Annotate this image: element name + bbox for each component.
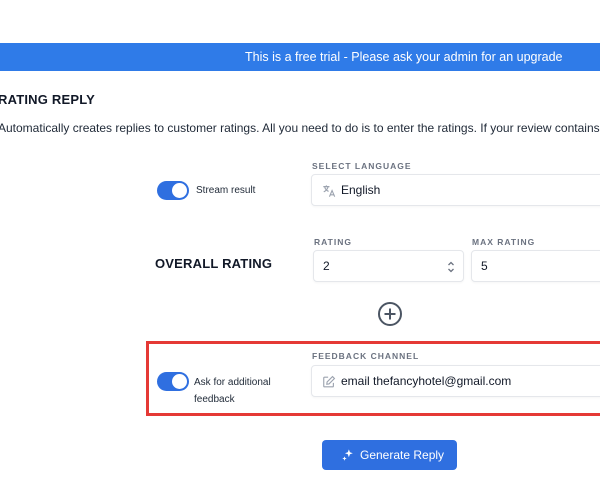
toggle-knob [172,374,187,389]
page-description: Automatically creates replies to custome… [0,121,600,135]
max-rating-label: MAX RATING [472,237,536,247]
add-rating-button[interactable] [378,302,402,326]
rating-label: RATING [314,237,352,247]
select-language-label: SELECT LANGUAGE [312,161,412,171]
ask-feedback-label-line2: feedback [194,394,235,405]
toggle-knob [172,183,187,198]
page-title: RATING REPLY [0,92,96,107]
edit-icon [323,375,336,388]
max-rating-value: 5 [481,259,488,273]
stepper-icon[interactable] [447,260,455,274]
generate-reply-label: Generate Reply [360,448,445,462]
feedback-channel-input[interactable]: email thefancyhotel@gmail.com [311,365,600,397]
trial-banner: This is a free trial - Please ask your a… [0,43,600,71]
max-rating-input[interactable]: 5 [471,250,600,282]
rating-value: 2 [323,259,330,273]
language-select[interactable]: English [311,174,600,206]
trial-banner-text: This is a free trial - Please ask your a… [245,50,563,64]
feedback-channel-label: FEEDBACK CHANNEL [312,351,420,361]
sparkle-icon [342,449,353,461]
rating-input[interactable]: 2 [313,250,464,282]
ask-feedback-toggle[interactable] [157,372,189,391]
translate-icon [323,185,336,197]
stream-result-label: Stream result [196,185,256,196]
generate-reply-button[interactable]: Generate Reply [322,440,457,470]
overall-rating-heading: OVERALL RATING [155,256,273,271]
feedback-channel-value: email thefancyhotel@gmail.com [341,374,512,388]
stream-result-toggle[interactable] [157,181,189,200]
language-value: English [341,183,381,197]
